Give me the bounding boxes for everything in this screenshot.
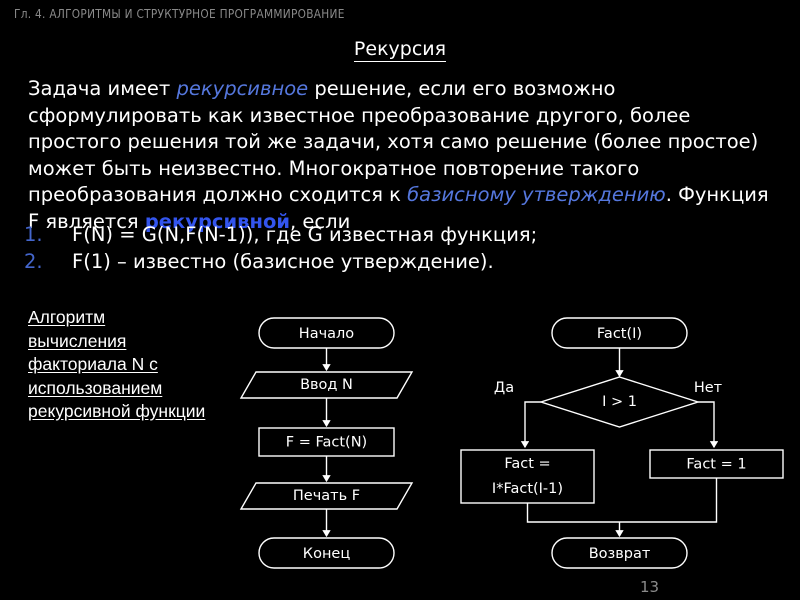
flow-node-output[interactable]: Печать F (239, 482, 414, 510)
page-title-text: Рекурсия (353, 38, 447, 62)
flow-node-entry-label: Fact(I) (597, 326, 642, 342)
chapter-header: Гл. 4. АЛГОРИТМЫ И СТРУКТУРНОЕ ПРОГРАММИ… (14, 6, 345, 21)
conditions-list: 1. F(N) = G(N,F(N-1)), где G известная фу… (24, 222, 784, 275)
list-item-label: F(1) – известно (базисное утверждение). (72, 249, 494, 273)
page-number: 13 (640, 578, 660, 596)
emphasis-recursive-solution: рекурсивное (176, 77, 309, 100)
flow-branch-label-no: Нет (694, 380, 723, 396)
flow-node-base-case-label: Fact = 1 (686, 457, 746, 473)
page-title: Рекурсия (0, 38, 800, 62)
flow-node-input-label: Ввод N (300, 377, 353, 393)
flow-connector-merge-right (619, 478, 718, 523)
list-item: 2. F(1) – известно (базисное утверждение)… (24, 249, 784, 276)
list-item-label: F(N) = G(N,F(N-1)), где G известная функ… (72, 223, 538, 246)
flow-node-recursive-step[interactable]: Fact = I*Fact(I-1) (460, 449, 595, 504)
flow-node-decision-label: I > 1 (602, 394, 637, 410)
emphasis-base-statement: базисному утверждению (407, 183, 666, 206)
flow-connector-yes-branch (520, 401, 541, 449)
flowchart-left: Начало Ввод N F = Fact(N) Печать F Конец (239, 317, 414, 569)
algorithm-caption: Алгоритм вычисления факториала N с испол… (28, 306, 208, 424)
paragraph-segment-1: Задача имеет (28, 77, 177, 100)
list-item-marker: 2. (24, 249, 43, 273)
flow-node-recursive-step-label-line1: Fact = (504, 456, 550, 472)
flow-node-decision[interactable]: I > 1 (538, 376, 701, 428)
flow-node-input[interactable]: Ввод N (239, 371, 414, 399)
flow-connector-no-branch (698, 401, 719, 449)
flow-node-end[interactable]: Конец (258, 537, 395, 569)
flow-node-end-label: Конец (303, 546, 351, 562)
flow-node-start-label: Начало (299, 326, 355, 342)
flowchart-right: Fact(I) I > 1 Да Нет Fact = I*Fact(I-1) … (460, 317, 784, 569)
flow-node-process-label: F = Fact(N) (286, 435, 367, 451)
flow-node-recursive-step-label-line2: I*Fact(I-1) (492, 481, 563, 497)
algorithm-caption-text: Алгоритм вычисления факториала N с испол… (28, 307, 206, 421)
flow-node-entry[interactable]: Fact(I) (551, 317, 688, 349)
flow-node-start[interactable]: Начало (258, 317, 395, 349)
body-paragraph: Задача имеет рекурсивное решение, если е… (28, 76, 784, 235)
flow-node-process[interactable]: F = Fact(N) (258, 427, 395, 457)
flow-node-output-label: Печать F (293, 488, 360, 504)
flow-branch-label-yes: Да (494, 380, 514, 396)
flow-node-return-label: Возврат (589, 546, 651, 562)
flow-connector-merge-left (526, 503, 620, 523)
list-item: 1. F(N) = G(N,F(N-1)), где G известная фу… (24, 222, 784, 249)
flow-node-return[interactable]: Возврат (551, 537, 688, 569)
flow-node-base-case[interactable]: Fact = 1 (649, 449, 784, 479)
list-item-marker: 1. (24, 223, 43, 246)
